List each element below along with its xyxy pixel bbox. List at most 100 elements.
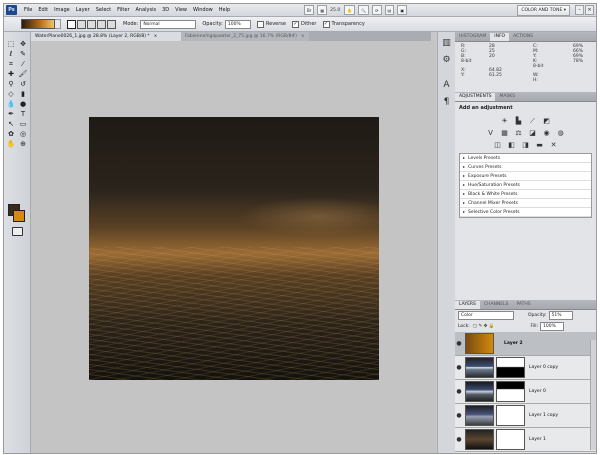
eye-icon[interactable]: ●	[455, 364, 463, 371]
eraser-tool-icon[interactable]: ◇	[6, 90, 16, 99]
character-panel-icon[interactable]: A	[441, 80, 452, 91]
lasso-tool-icon[interactable]: ℓ	[6, 50, 16, 59]
mini-bridge-button[interactable]: ▦	[317, 5, 328, 15]
arrange-documents-icon[interactable]: ▤	[384, 5, 395, 15]
preset-item[interactable]: Channel Mixer Presets	[460, 199, 591, 208]
layer-name[interactable]: Layer 1 copy	[529, 413, 558, 418]
path-select-tool-icon[interactable]: ↖	[6, 120, 16, 129]
zoom-tool-icon[interactable]: ⊕	[18, 140, 28, 149]
gradient-map-icon[interactable]: ▬	[535, 141, 545, 150]
tab-masks[interactable]: MASKS	[495, 93, 519, 101]
quick-mask-icon[interactable]	[12, 227, 23, 236]
layer-name[interactable]: Layer 2	[504, 341, 523, 346]
lock-icons[interactable]: ▢ ✎ ✥ 🔒	[473, 324, 495, 329]
clone-stamp-icon[interactable]: ⚲	[6, 80, 16, 89]
history-brush-icon[interactable]: ↺	[18, 80, 28, 89]
invert-icon[interactable]: ◫	[493, 141, 503, 150]
preset-item[interactable]: Black & White Presets	[460, 190, 591, 199]
type-tool-icon[interactable]: T	[18, 110, 28, 119]
photo-filter-icon[interactable]: ◉	[542, 129, 552, 138]
blur-tool-icon[interactable]: 💧	[6, 100, 16, 109]
brush-tool-icon[interactable]: 🖌	[18, 70, 28, 79]
eye-icon[interactable]: ●	[455, 412, 463, 419]
zoom-level[interactable]: 25.0	[330, 8, 340, 13]
menu-image[interactable]: Image	[51, 4, 73, 16]
eye-icon[interactable]: ●	[455, 436, 463, 443]
radial-gradient-button[interactable]	[77, 19, 86, 29]
3d-orbit-tool-icon[interactable]: ◎	[18, 130, 28, 139]
menu-analysis[interactable]: Analysis	[133, 4, 160, 16]
color-balance-icon[interactable]: ⚖	[514, 129, 524, 138]
bridge-button[interactable]: Br	[304, 5, 315, 15]
3d-rotate-tool-icon[interactable]: ✿	[6, 130, 16, 139]
canvas-area[interactable]	[31, 41, 436, 453]
tab-adjustments[interactable]: ADJUSTMENTS	[455, 93, 496, 101]
paragraph-panel-icon[interactable]: ¶	[441, 97, 452, 108]
menu-file[interactable]: File	[21, 4, 35, 16]
preset-item[interactable]: Hue/Saturation Presets	[460, 181, 591, 190]
tab-paths[interactable]: PATHS	[512, 301, 534, 309]
shape-tool-icon[interactable]: ▭	[18, 120, 28, 129]
opacity-field[interactable]: 100%	[224, 19, 251, 29]
hand-tool-icon[interactable]: ✋	[6, 140, 16, 149]
layers-scrollbar[interactable]	[590, 340, 596, 450]
eye-icon[interactable]: ●	[455, 388, 463, 395]
exposure-icon[interactable]: ◩	[542, 117, 552, 126]
layer-row[interactable]: ● Layer 0	[455, 380, 596, 404]
minimize-button[interactable]: –	[575, 5, 584, 15]
vibrance-icon[interactable]: V	[486, 129, 496, 138]
reverse-checkbox[interactable]	[256, 20, 264, 28]
layer-row[interactable]: ● Layer 1 copy	[455, 404, 596, 428]
preset-item[interactable]: Selective Color Presets	[460, 208, 591, 217]
tab-histogram[interactable]: HISTOGRAM	[455, 33, 490, 41]
screen-mode-icon[interactable]: ▣	[397, 5, 408, 15]
menu-window[interactable]: Window	[190, 4, 216, 16]
posterize-icon[interactable]: ◧	[507, 141, 517, 150]
dodge-tool-icon[interactable]: ●	[18, 100, 28, 109]
tab-channels[interactable]: CHANNELS	[480, 301, 513, 309]
gradient-preview[interactable]	[21, 19, 55, 29]
mode-select[interactable]: Normal	[140, 19, 197, 29]
layer-name[interactable]: Layer 0 copy	[529, 365, 558, 370]
black-white-icon[interactable]: ◪	[528, 129, 538, 138]
layer-row[interactable]: ● Layer 2	[455, 332, 596, 356]
eye-icon[interactable]: ●	[455, 340, 463, 347]
quick-select-tool-icon[interactable]: ✎	[18, 50, 28, 59]
channel-mixer-icon[interactable]: ◍	[556, 129, 566, 138]
menu-3d[interactable]: 3D	[159, 4, 172, 16]
menu-edit[interactable]: Edit	[35, 4, 51, 16]
diamond-gradient-button[interactable]	[107, 19, 116, 29]
transparency-checkbox[interactable]: ✓	[322, 20, 330, 28]
move-tool-icon[interactable]: ✥	[18, 40, 28, 49]
menu-select[interactable]: Select	[93, 4, 114, 16]
document-image[interactable]	[89, 117, 379, 380]
tab-layers[interactable]: LAYERS	[455, 301, 480, 309]
tab-actions[interactable]: ACTIONS	[509, 33, 537, 41]
document-tab-active[interactable]: WaterPlane0026_1.jpg @ 28.8% (Layer 2, R…	[31, 32, 181, 41]
eyedropper-tool-icon[interactable]: ⁄	[18, 60, 28, 69]
photoshop-logo[interactable]: Ps	[6, 5, 17, 15]
zoom-tool-icon[interactable]: 🔍	[358, 5, 370, 15]
workspace-switcher[interactable]: COLOR AND TONE ▾	[517, 5, 570, 16]
menu-view[interactable]: View	[172, 4, 190, 16]
close-tab-icon[interactable]: ×	[301, 34, 305, 39]
preset-item[interactable]: Levels Presets	[460, 154, 591, 163]
clone-source-icon[interactable]: ⚙	[441, 55, 452, 66]
document-tab-inactive[interactable]: Fabienne/ngapwater_2_75.jpg @ 16.7% (RGB…	[181, 32, 309, 41]
layer-row[interactable]: ● Layer 1	[455, 428, 596, 452]
layer-row[interactable]: ● Layer 0 copy	[455, 356, 596, 380]
menu-help[interactable]: Help	[216, 4, 233, 16]
layer-opacity-field[interactable]: 51%	[548, 311, 573, 320]
angle-gradient-button[interactable]	[87, 19, 96, 29]
linear-gradient-button[interactable]	[67, 19, 76, 29]
tab-info[interactable]: INFO	[490, 33, 510, 41]
background-color-swatch[interactable]	[13, 210, 25, 222]
gradient-tool-icon[interactable]: ▮	[18, 90, 28, 99]
hue-saturation-icon[interactable]: ▦	[500, 129, 510, 138]
preset-item[interactable]: Curves Presets	[460, 163, 591, 172]
dither-checkbox[interactable]: ✓	[291, 20, 299, 28]
menu-filter[interactable]: Filter	[114, 4, 132, 16]
crop-tool-icon[interactable]: ⌗	[6, 60, 16, 69]
curves-icon[interactable]: ⟋	[528, 117, 538, 126]
layer-name[interactable]: Layer 1	[529, 437, 546, 442]
